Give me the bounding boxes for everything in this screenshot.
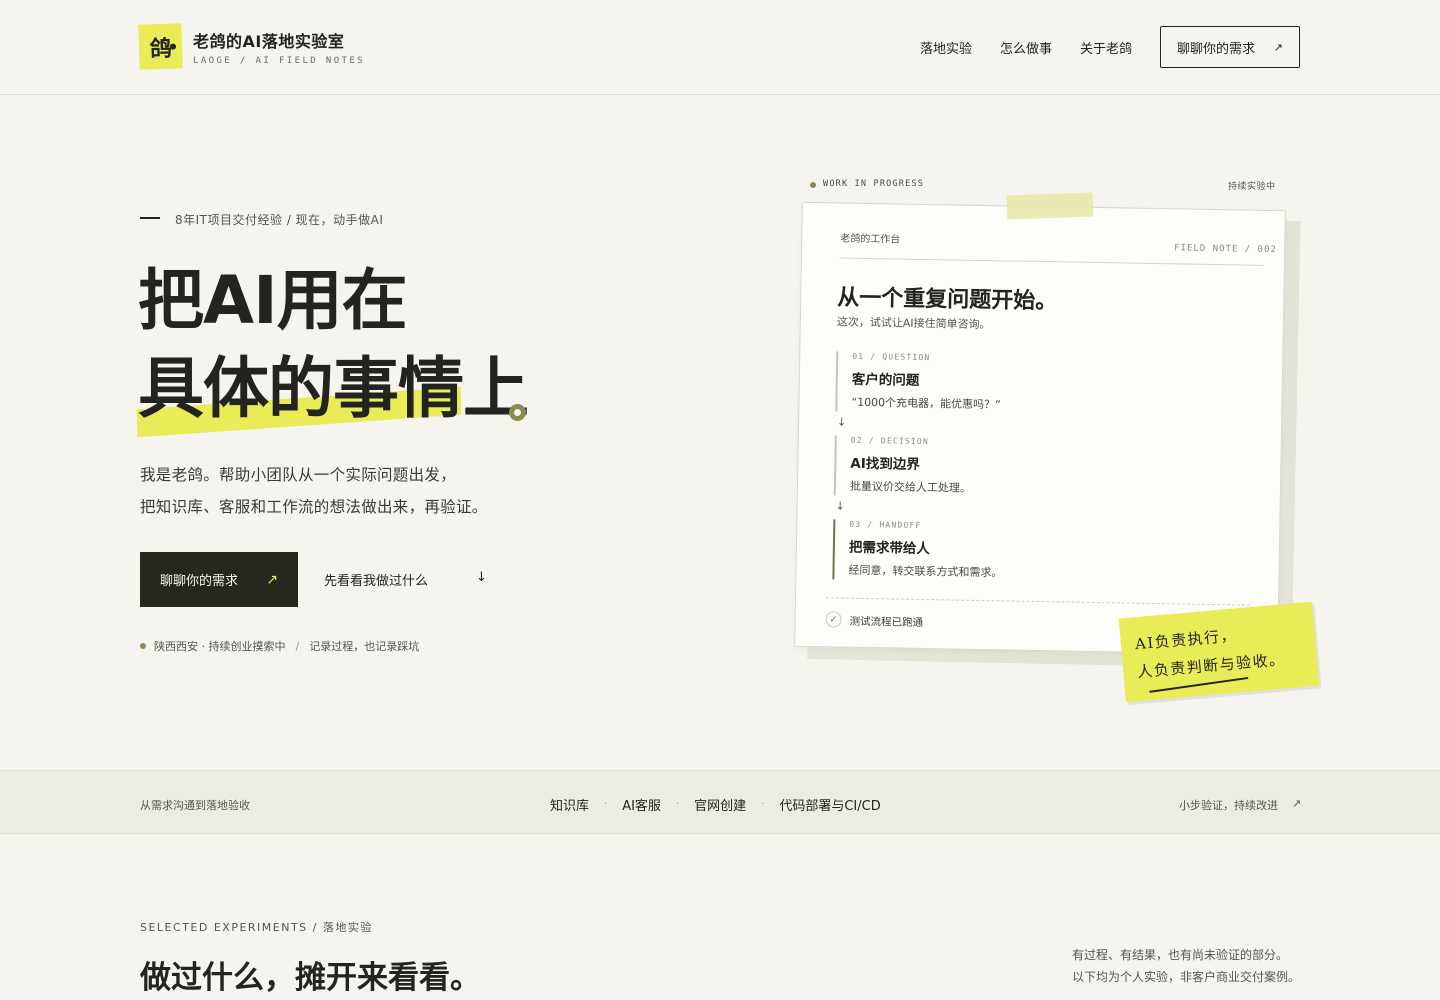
logo-icon[interactable]: 鸽	[138, 23, 183, 70]
meta-note: 记录过程，也记录踩坑	[309, 640, 420, 653]
sticky-line2: 人负责判断与验收。	[1136, 650, 1287, 682]
step-bar	[832, 519, 836, 580]
wip-label: WORK IN PROGRESS	[823, 179, 925, 189]
service-item-knowledge-base: 知识库	[550, 799, 590, 814]
nav-link-how-we-work[interactable]: 怎么做事	[1000, 38, 1052, 57]
view-work-link[interactable]: 先看看我做过什么 ↓	[324, 570, 487, 589]
step-question: 01 / QUESTION 客户的问题 “1000个充电器，能优惠吗？”	[835, 351, 1236, 418]
meta-location: 陕西西安 · 持续创业摸索中	[154, 640, 286, 653]
brand-subtitle: LAOGE / AI FIELD NOTES	[193, 56, 366, 66]
step-text: “1000个充电器，能优惠吗？”	[851, 395, 1001, 412]
card-dashed-divider	[826, 597, 1250, 606]
location-dot	[140, 643, 146, 649]
service-item-website: 官网创建	[694, 799, 747, 814]
contact-button[interactable]: 聊聊你的需求 ↗	[140, 552, 298, 607]
step-decision: 02 / DECISION AI找到边界 批量议价交给人工处理。	[833, 435, 1235, 502]
hero-eyebrow: 8年IT项目交付经验 / 现在，动手做AI	[175, 213, 384, 227]
hero-meta: 陕西西安 · 持续创业摸索中 / 记录过程，也记录踩坑	[154, 638, 419, 654]
brand-title[interactable]: 老鸽的AI落地实验室	[193, 28, 344, 52]
nav-link-about[interactable]: 关于老鸽	[1080, 38, 1132, 57]
band-right-link[interactable]: 小步验证，持续改进 ↗	[1179, 797, 1301, 813]
step-text: 经同意，转交联系方式和需求。	[848, 563, 1003, 580]
step-bar	[835, 351, 839, 412]
eyebrow-dash	[140, 217, 160, 219]
tape-strip	[1006, 192, 1094, 220]
service-separator: ·	[761, 799, 765, 810]
wip-dot	[810, 182, 816, 188]
site-header: 鸽 老鸽的AI落地实验室 LAOGE / AI FIELD NOTES 落地实验…	[0, 0, 1440, 95]
band-right-label: 小步验证，持续改进	[1179, 799, 1278, 812]
service-item-cicd: 代码部署与CI/CD	[779, 799, 881, 814]
header-contact-label: 聊聊你的需求	[1177, 40, 1256, 56]
step-title: 客户的问题	[851, 371, 920, 389]
sticky-line1: AI负责执行，	[1134, 626, 1238, 654]
step-text: 批量议价交给人工处理。	[849, 479, 972, 495]
step-label: 01 / QUESTION	[852, 351, 931, 363]
card-divider	[839, 257, 1264, 266]
section-note-line2: 以下均为个人实验，非客户商业交付案例。	[1072, 970, 1301, 984]
contact-button-label: 聊聊你的需求	[160, 574, 239, 589]
services-list: 知识库 · AI客服 · 官网创建 · 代码部署与CI/CD	[550, 795, 881, 814]
services-band: 从需求沟通到落地验收 知识库 · AI客服 · 官网创建 · 代码部署与CI/C…	[0, 770, 1440, 834]
step-title: AI找到边界	[850, 455, 920, 473]
section-eyebrow: SELECTED EXPERIMENTS / 落地实验	[140, 921, 373, 934]
nav-link-experiments[interactable]: 落地实验	[920, 38, 972, 57]
hero-title-line1: 把AI用在	[138, 262, 408, 339]
step-bar	[833, 435, 837, 496]
card-workbench-label: 老鸽的工作台	[840, 233, 901, 246]
step-label: 03 / HANDOFF	[849, 519, 922, 530]
meta-separator: /	[295, 640, 300, 653]
arrow-down-icon: ↓	[835, 499, 845, 513]
card-field-note-id: FIELD NOTE / 002	[1174, 243, 1277, 256]
logo-dot	[169, 43, 177, 50]
check-icon: ✓	[825, 611, 842, 628]
sticky-note: AI负责执行， 人负责判断与验收。	[1118, 601, 1320, 703]
step-title: 把需求带给人	[848, 539, 931, 558]
header-contact-button[interactable]: 聊聊你的需求 ↗	[1160, 26, 1300, 68]
card-title: 从一个重复问题开始。	[837, 285, 1058, 315]
step-label: 02 / DECISION	[850, 435, 930, 447]
card-subtitle: 这次，试试让AI接住简单咨询。	[836, 315, 991, 332]
service-separator: ·	[604, 799, 608, 810]
arrow-up-right-icon: ↗	[266, 571, 278, 588]
arrow-down-icon: ↓	[476, 570, 487, 585]
card-status: 测试流程已跑通	[849, 615, 924, 629]
band-left-text: 从需求沟通到落地验收	[140, 799, 250, 812]
section-title: 做过什么，摊开来看看。	[140, 960, 481, 996]
logo-char: 鸽	[149, 35, 173, 62]
hero-description-line2: 把知识库、客服和工作流的想法做出来，再验证。	[140, 498, 488, 516]
view-work-label: 先看看我做过什么	[324, 574, 429, 589]
service-item-ai-support: AI客服	[622, 799, 661, 814]
service-separator: ·	[675, 799, 680, 810]
step-handoff: 03 / HANDOFF 把需求带给人 经同意，转交联系方式和需求。	[832, 519, 1233, 586]
section-note-line1: 有过程、有结果，也有尚未验证的部分。	[1072, 948, 1289, 962]
title-period-dot	[509, 404, 526, 421]
wip-status: 持续实验中	[1228, 182, 1276, 192]
arrow-up-right-icon: ↗	[1292, 797, 1302, 810]
arrow-up-right-icon: ↗	[1273, 41, 1283, 54]
hero-description-line1: 我是老鸽。帮助小团队从一个实际问题出发，	[140, 466, 457, 484]
hero-title-line2: 具体的事情上	[138, 350, 529, 427]
arrow-down-icon: ↓	[836, 415, 847, 429]
field-note-card: 老鸽的工作台 FIELD NOTE / 002 从一个重复问题开始。 这次，试试…	[794, 201, 1286, 656]
